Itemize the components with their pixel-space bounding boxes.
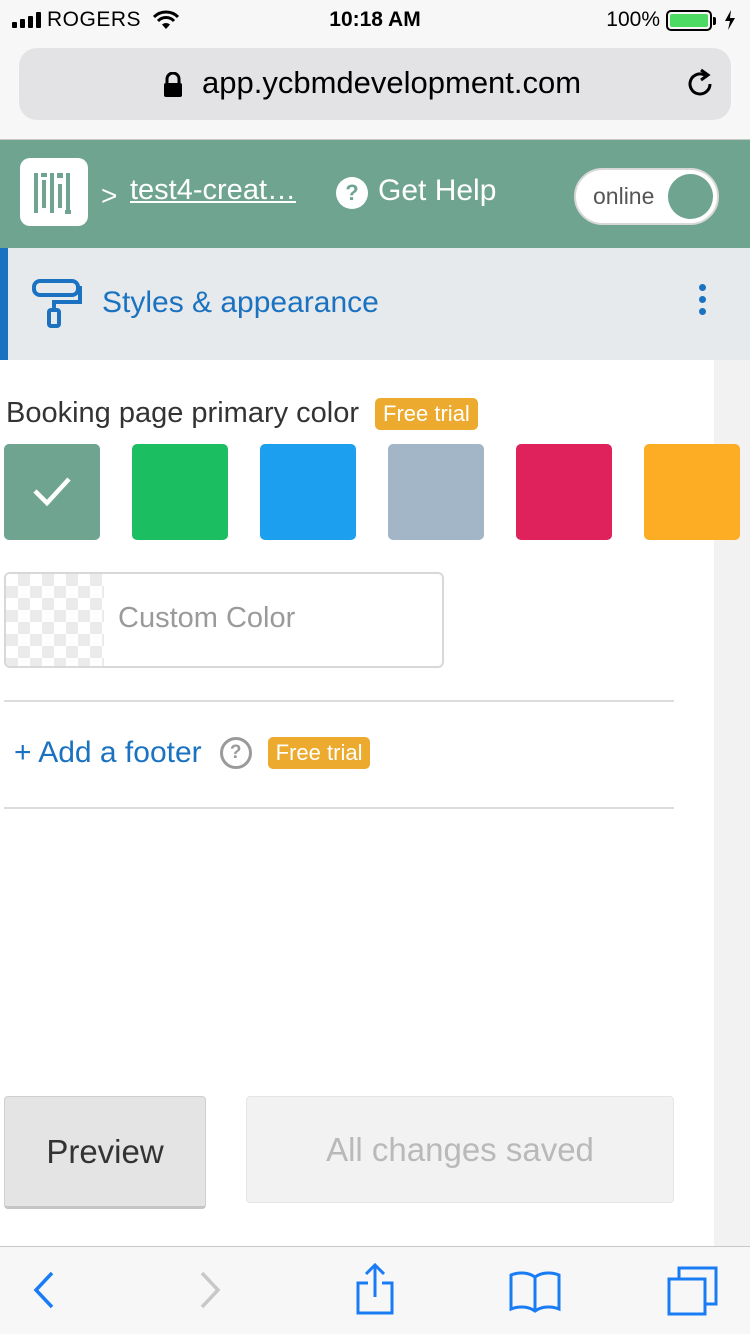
section-title: Styles & appearance	[102, 286, 379, 319]
swatch-green-gray[interactable]	[4, 444, 100, 540]
tabs-icon[interactable]	[666, 1265, 720, 1317]
divider	[4, 807, 674, 809]
preview-button[interactable]: Preview	[4, 1096, 206, 1209]
charging-bolt-icon	[725, 10, 735, 30]
online-toggle[interactable]: online	[574, 168, 719, 225]
battery-fill	[670, 13, 708, 27]
bookmarks-icon[interactable]	[508, 1269, 562, 1313]
free-trial-badge: Free trial	[375, 397, 478, 430]
primary-color-label: Booking page primary color	[6, 397, 360, 429]
custom-color-input[interactable]	[118, 602, 428, 635]
battery-percent: 100%	[606, 8, 660, 31]
back-icon[interactable]	[30, 1267, 58, 1313]
save-status-button: All changes saved	[246, 1096, 674, 1203]
browser-toolbar	[0, 1246, 750, 1334]
status-bar: ROGERS 10:18 AM 100%	[0, 0, 750, 40]
status-right: 100%	[606, 8, 736, 32]
swatch-pink[interactable]	[516, 444, 612, 540]
forward-icon[interactable]	[196, 1267, 224, 1313]
free-trial-badge: Free trial	[267, 737, 371, 769]
logo-icon	[34, 173, 71, 214]
breadcrumb-chevron-icon: >	[101, 180, 118, 211]
address-bar[interactable]: app.ycbmdevelopment.com	[19, 48, 731, 120]
more-options-icon[interactable]	[692, 284, 712, 324]
app-logo[interactable]	[20, 158, 88, 226]
primary-color-label-row: Booking page primary color Free trial	[6, 397, 478, 430]
section-header[interactable]: Styles & appearance	[0, 248, 750, 360]
swatch-orange[interactable]	[644, 444, 740, 540]
lock-icon	[164, 72, 182, 97]
battery-icon	[666, 9, 716, 31]
get-help-link[interactable]: Get Help	[378, 174, 496, 208]
share-icon[interactable]	[354, 1261, 396, 1317]
section-accent	[0, 248, 8, 360]
question-icon[interactable]: ?	[219, 737, 252, 769]
checkmark-icon	[33, 477, 71, 507]
browser-address-area: app.ycbmdevelopment.com	[0, 40, 750, 140]
paint-roller-icon	[32, 279, 82, 328]
footer-row: + Add a footer ? Free trial	[14, 736, 371, 770]
url-text: app.ycbmdevelopment.com	[202, 65, 582, 100]
custom-color-picker[interactable]	[4, 572, 444, 668]
toggle-label: online	[593, 183, 655, 209]
swatch-blue[interactable]	[260, 444, 356, 540]
divider	[4, 700, 674, 702]
reload-icon[interactable]	[683, 67, 717, 101]
transparent-preview	[6, 574, 104, 666]
add-footer-link[interactable]: + Add a footer	[14, 736, 202, 770]
help-icon[interactable]: ?	[336, 177, 368, 209]
toggle-knob	[668, 174, 713, 219]
swatch-gray-blue[interactable]	[388, 444, 484, 540]
swatch-green[interactable]	[132, 444, 228, 540]
app-header: > test4-creat… ? Get Help online	[0, 140, 750, 248]
breadcrumb-page-link[interactable]: test4-creat…	[130, 174, 308, 207]
